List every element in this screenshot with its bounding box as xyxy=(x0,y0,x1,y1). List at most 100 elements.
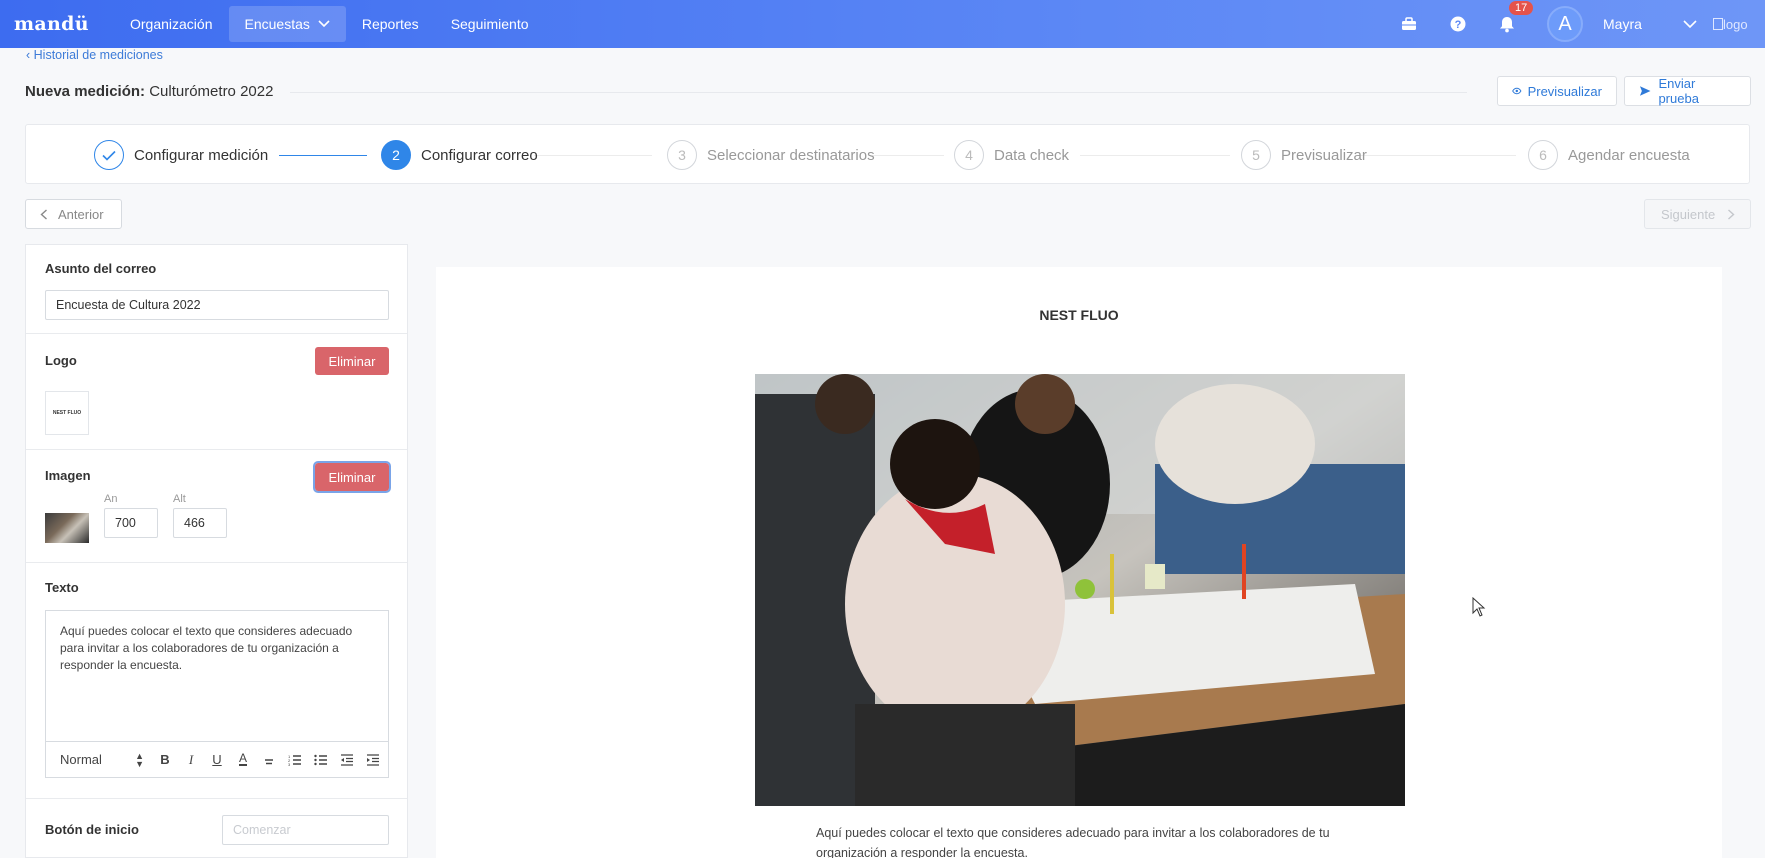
logo-thumbnail: NEST FLUO xyxy=(45,391,89,435)
underline-icon[interactable]: U xyxy=(204,748,230,772)
editor-toolbar: Normal ▲ ▼ B I U A 123 xyxy=(46,741,388,777)
height-label: Alt xyxy=(173,493,186,505)
breadcrumb[interactable]: ‹ Historial de mediciones xyxy=(26,48,163,62)
step-3-number: 3 xyxy=(667,140,697,170)
next-button-label: Siguiente xyxy=(1661,206,1716,222)
brand-logo[interactable]: mandü xyxy=(14,13,114,35)
nav-item-seguimiento[interactable]: Seguimiento xyxy=(435,6,545,42)
chevron-down-icon xyxy=(318,20,330,28)
email-preview: NEST FLUO Aquí puedes colocar el texto q… xyxy=(436,267,1722,858)
start-button-section: Botón de inicio Comenzar xyxy=(26,799,407,857)
step-2-number: 2 xyxy=(381,140,411,170)
step-3[interactable]: 3 Seleccionar destinatarios xyxy=(667,140,875,170)
preview-button[interactable]: Previsualizar xyxy=(1497,76,1617,106)
step-5[interactable]: 5 Previsualizar xyxy=(1241,140,1367,170)
step-6-number: 6 xyxy=(1528,140,1558,170)
company-logo: logo xyxy=(1713,17,1765,32)
preview-company-name: NEST FLUO xyxy=(1039,307,1119,323)
bullet-list-icon[interactable] xyxy=(308,748,334,772)
stepper: Configurar medición 2 Configurar correo … xyxy=(25,124,1750,184)
italic-icon[interactable]: I xyxy=(178,748,204,772)
format-select-value: Normal xyxy=(60,752,102,767)
breadcrumb-link[interactable]: Historial de mediciones xyxy=(34,48,163,62)
step-2-label: Configurar correo xyxy=(421,146,538,164)
bold-icon[interactable]: B xyxy=(152,748,178,772)
svg-text:3: 3 xyxy=(288,762,291,766)
broken-image-icon xyxy=(1713,18,1723,30)
chevron-right-icon xyxy=(1728,208,1735,220)
step-5-label: Previsualizar xyxy=(1281,146,1367,164)
indent-icon[interactable] xyxy=(360,748,386,772)
height-input[interactable]: 466 xyxy=(173,508,227,538)
subject-input[interactable]: Encuesta de Cultura 2022 xyxy=(45,290,389,320)
previous-button[interactable]: Anterior xyxy=(25,199,122,229)
step-5-number: 5 xyxy=(1241,140,1271,170)
nav-item-reportes[interactable]: Reportes xyxy=(346,6,435,42)
preview-body-text: Aquí puedes colocar el texto que conside… xyxy=(816,826,1330,858)
notification-badge: 17 xyxy=(1509,1,1534,15)
image-section: Imagen Eliminar An Alt 700 466 xyxy=(26,450,407,563)
delete-image-button[interactable]: Eliminar xyxy=(313,461,391,493)
user-name[interactable]: Mayra xyxy=(1603,16,1683,32)
text-editor[interactable]: Aquí puedes colocar el texto que conside… xyxy=(45,610,389,778)
next-button[interactable]: Siguiente xyxy=(1644,199,1751,229)
image-thumbnail xyxy=(45,513,89,543)
step-connector xyxy=(534,155,652,156)
logo-label: Logo xyxy=(45,353,77,368)
step-connector xyxy=(1358,155,1516,156)
step-6[interactable]: 6 Agendar encuesta xyxy=(1528,140,1690,170)
nav-item-encuestas[interactable]: Encuestas xyxy=(228,6,346,42)
email-config-panel: Asunto del correo Encuesta de Cultura 20… xyxy=(25,244,408,858)
mouse-cursor-icon xyxy=(1472,597,1486,617)
top-nav: mandü Organización Encuestas Reportes Se… xyxy=(0,0,1765,48)
step-2[interactable]: 2 Configurar correo xyxy=(381,140,538,170)
page-title: Nueva medición: Culturómetro 2022 xyxy=(25,83,273,100)
step-connector xyxy=(872,155,944,156)
start-button-label: Botón de inicio xyxy=(45,822,139,837)
send-icon xyxy=(1639,86,1651,96)
preview-image xyxy=(755,374,1405,806)
company-logo-alt: logo xyxy=(1723,16,1748,32)
user-menu-chevron-icon[interactable] xyxy=(1683,19,1697,29)
subject-label: Asunto del correo xyxy=(45,261,157,276)
text-color-icon[interactable]: A xyxy=(230,748,256,772)
avatar[interactable]: A xyxy=(1547,6,1583,42)
image-label: Imagen xyxy=(45,468,91,483)
preview-button-label: Previsualizar xyxy=(1527,83,1602,99)
outdent-icon[interactable] xyxy=(334,748,360,772)
text-editor-content[interactable]: Aquí puedes colocar el texto que conside… xyxy=(46,611,388,686)
start-button-input[interactable]: Comenzar xyxy=(222,815,389,845)
send-test-button-label: Enviar prueba xyxy=(1658,76,1699,106)
send-test-button[interactable]: Enviar prueba xyxy=(1624,76,1751,106)
people-at-table-photo xyxy=(755,374,1405,806)
step-4-label: Data check xyxy=(994,146,1070,164)
step-3-label: Seleccionar destinatarios xyxy=(707,146,875,164)
format-select[interactable]: Normal ▲ ▼ xyxy=(60,750,152,769)
check-icon xyxy=(94,140,124,170)
subject-section: Asunto del correo Encuesta de Cultura 20… xyxy=(26,245,407,334)
step-1-label: Configurar medición xyxy=(134,146,269,164)
page-title-name: Culturómetro 2022 xyxy=(149,83,274,100)
eye-icon xyxy=(1512,87,1522,95)
step-4[interactable]: 4 Data check xyxy=(954,140,1069,170)
help-icon[interactable]: ? xyxy=(1438,0,1478,48)
svg-text:?: ? xyxy=(1455,19,1462,31)
title-divider xyxy=(290,92,1467,93)
step-connector xyxy=(1080,155,1230,156)
step-1[interactable]: Configurar medición xyxy=(94,140,268,170)
nav-item-organizacion[interactable]: Organización xyxy=(114,6,229,42)
width-label: An xyxy=(104,493,118,505)
nav-item-encuestas-label: Encuestas xyxy=(244,16,310,32)
chevron-left-icon: ‹ xyxy=(26,48,31,62)
delete-logo-button[interactable]: Eliminar xyxy=(315,347,389,375)
previous-button-label: Anterior xyxy=(58,206,104,222)
select-arrows-icon: ▲ ▼ xyxy=(135,750,144,769)
ordered-list-icon[interactable]: 123 xyxy=(282,748,308,772)
notification-bell-icon[interactable]: 17 xyxy=(1487,0,1534,48)
page-title-prefix: Nueva medición: xyxy=(25,83,146,100)
width-input[interactable]: 700 xyxy=(104,508,158,538)
briefcase-icon[interactable] xyxy=(1389,0,1429,48)
strikethrough-icon[interactable] xyxy=(256,748,282,772)
step-connector xyxy=(279,155,367,156)
chevron-left-icon xyxy=(40,208,47,220)
